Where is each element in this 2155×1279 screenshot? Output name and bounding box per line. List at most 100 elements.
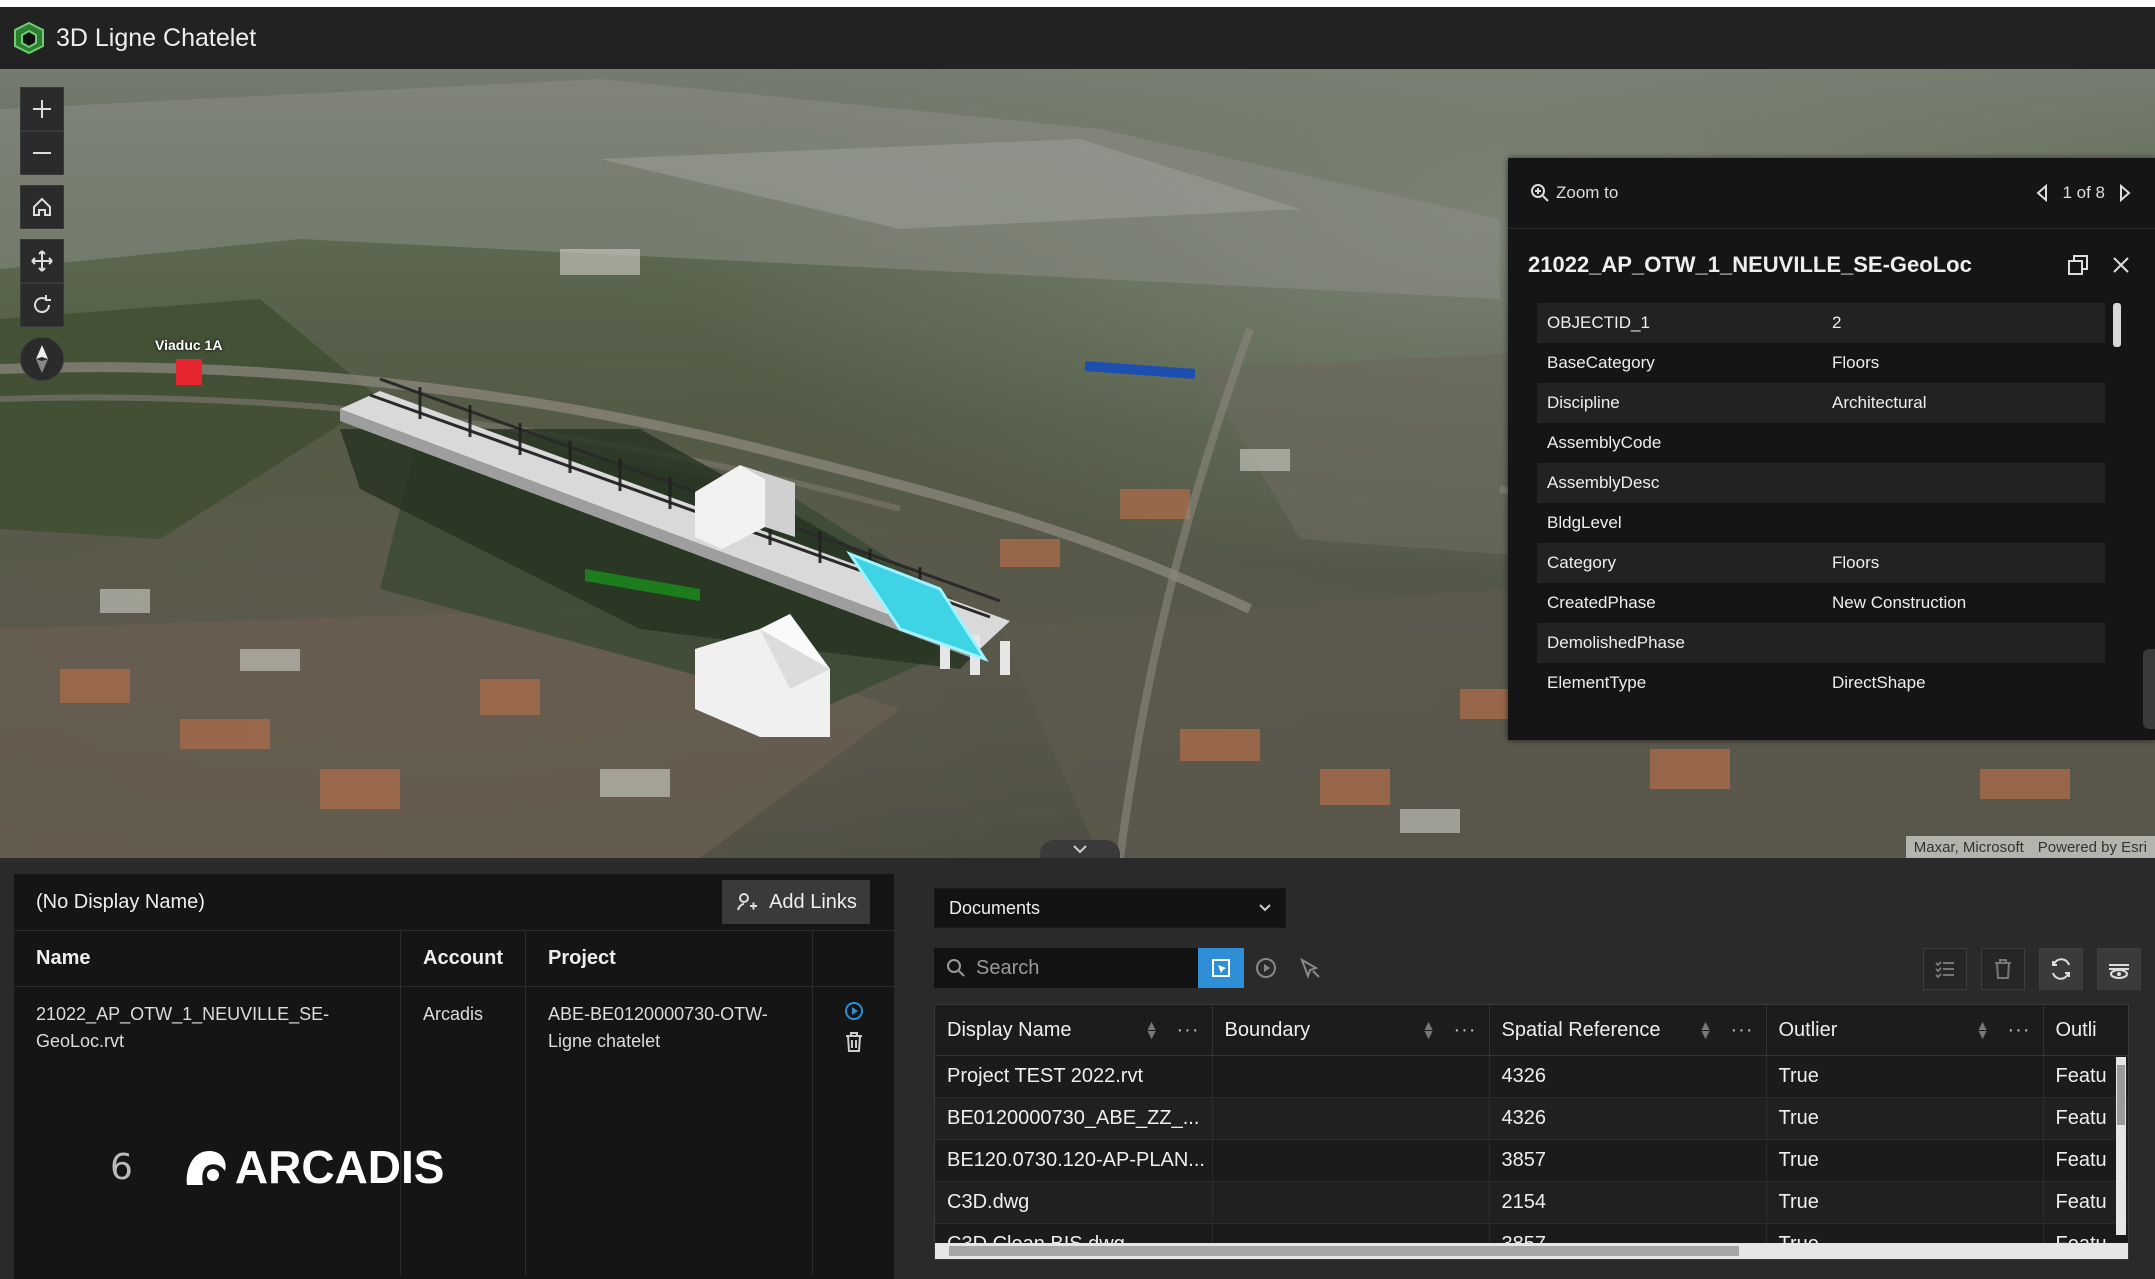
add-links-button[interactable]: Add Links (722, 880, 870, 924)
plus-icon (33, 100, 51, 118)
app-title: 3D Ligne Chatelet (56, 23, 257, 52)
compass-button[interactable] (20, 337, 64, 381)
links-table: Name Account Project 21022_AP_OTW_1_NEUV… (14, 930, 894, 1275)
attribute-value (1822, 423, 2105, 463)
cell-display-name: Project TEST 2022.rvt (935, 1055, 1213, 1098)
scroll-thumb[interactable] (2117, 1065, 2125, 1125)
column-header-outlier[interactable]: Outlier ▲ ▼ ··· (1766, 1005, 2044, 1056)
add-links-label: Add Links (769, 890, 857, 913)
documents-grid: Display Name ▲ ▼ ··· Boundary ▲ ▼ ··· Spatial … (934, 1004, 2129, 1260)
rotate-icon (34, 295, 51, 314)
column-header-account[interactable]: Account (400, 930, 526, 987)
layers-toggle-button[interactable] (2097, 948, 2141, 990)
attribute-row: BaseCategory Floors (1537, 343, 2105, 383)
search-icon (947, 959, 965, 977)
popup-title-bar: 21022_AP_OTW_1_NEUVILLE_SE-GeoLoc (1508, 229, 2155, 301)
delete-icon[interactable] (844, 1031, 864, 1053)
attribute-row: DemolishedPhase (1537, 623, 2105, 663)
popup-scrollbar[interactable] (2113, 303, 2121, 347)
column-header-boundary[interactable]: Boundary ▲ ▼ ··· (1212, 1005, 1490, 1056)
attribution-source: Maxar, Microsoft (1913, 838, 2024, 856)
column-menu-icon[interactable]: ··· (1731, 1019, 1754, 1042)
column-header-project[interactable]: Project (525, 930, 813, 987)
table-row[interactable]: Project TEST 2022.rvt 4326 True Featu (935, 1055, 2128, 1098)
delete-selected-button[interactable] (1981, 948, 2025, 990)
next-feature-icon[interactable] (2119, 184, 2131, 202)
grid-vertical-scrollbar[interactable] (2116, 1057, 2126, 1235)
side-panel-handle[interactable] (2143, 649, 2155, 729)
table-row[interactable]: BE120.0730.120-AP-PLAN... 3857 True Feat… (935, 1139, 2128, 1182)
zoom-in-button[interactable] (20, 87, 64, 131)
attribute-value (1822, 623, 2105, 663)
rotate-button[interactable] (20, 283, 64, 327)
column-menu-icon[interactable]: ··· (1177, 1019, 1200, 1042)
column-header-outline[interactable]: Outli (2043, 1005, 2128, 1056)
column-header-display-name[interactable]: Display Name ▲ ▼ ··· (935, 1005, 1213, 1056)
table-row[interactable]: C3D.dwg 2154 True Featu (935, 1181, 2128, 1224)
column-title: Spatial Reference (1501, 1018, 1661, 1041)
dock-icon[interactable] (2067, 254, 2089, 276)
collapse-panel-handle[interactable] (1040, 840, 1120, 858)
cell-spatial-reference: 4326 (1489, 1097, 1767, 1140)
close-icon[interactable] (2111, 255, 2131, 275)
layers-eye-icon (2109, 964, 2129, 979)
sort-icon[interactable]: ▲ ▼ (1145, 1018, 1159, 1041)
map-attribution: Maxar, Microsoft Powered by Esri (1905, 836, 2155, 858)
open-link-icon[interactable] (844, 1001, 864, 1021)
attribute-row: ElementType DirectShape (1537, 663, 2105, 703)
home-button[interactable] (20, 185, 64, 229)
cell-display-name: BE120.0730.120-AP-PLAN... (935, 1139, 1213, 1182)
column-menu-icon[interactable]: ··· (1454, 1019, 1477, 1042)
column-title: Outli (2055, 1018, 2097, 1041)
zoom-to-button[interactable]: Zoom to (1530, 183, 1618, 203)
page-number: 6 (110, 1146, 133, 1188)
select-tool-button[interactable] (1288, 948, 1332, 988)
column-menu-icon[interactable]: ··· (2008, 1019, 2031, 1042)
attribute-key: Category (1537, 543, 1822, 583)
app-logo-icon (14, 21, 44, 55)
sort-icon[interactable]: ▲ ▼ (1976, 1018, 1990, 1041)
search-input[interactable]: Search (934, 948, 1198, 988)
attribute-row: Category Floors (1537, 543, 2105, 583)
documents-dropdown[interactable]: Documents (934, 888, 1286, 928)
feature-popup: Zoom to 1 of 8 21022_AP_OTW_1_NEUVILLE_S… (1508, 158, 2155, 740)
column-header-name[interactable]: Name (14, 930, 401, 987)
pager-count: 1 of 8 (2062, 183, 2105, 202)
attribute-key: AssemblyDesc (1537, 463, 1822, 503)
search-placeholder: Search (976, 956, 1040, 979)
scroll-thumb[interactable] (949, 1246, 1739, 1256)
map-select-icon (1212, 959, 1230, 977)
popup-title: 21022_AP_OTW_1_NEUVILLE_SE-GeoLoc (1528, 252, 1972, 277)
attribute-row: Discipline Architectural (1537, 383, 2105, 423)
scene-view[interactable]: Viaduc 1A Zoom to 1 of 8 21022_AP_OTW_1_… (0, 69, 2155, 858)
refresh-button[interactable] (2039, 948, 2083, 990)
column-title: Boundary (1224, 1018, 1311, 1041)
cell-boundary (1212, 1055, 1490, 1098)
add-link-icon (737, 893, 758, 911)
sort-icon[interactable]: ▲ ▼ (1699, 1018, 1713, 1041)
zoom-out-button[interactable] (20, 131, 64, 175)
window-top-edge (0, 0, 2155, 7)
pan-button[interactable] (20, 239, 64, 283)
play-button[interactable] (1244, 948, 1288, 988)
attribution-powered: Powered by Esri (2037, 838, 2147, 856)
arcadis-mark-icon (186, 1151, 226, 1185)
documents-dropdown-value: Documents (949, 897, 1041, 918)
table-row[interactable]: BE0120000730_ABE_ZZ_... 4326 True Featu (935, 1097, 2128, 1140)
attribute-value: New Construction (1822, 583, 2105, 623)
attribute-key: BldgLevel (1537, 503, 1822, 543)
sort-icon[interactable]: ▲ ▼ (1422, 1018, 1436, 1041)
attribute-key: CreatedPhase (1537, 583, 1822, 623)
attribute-key: AssemblyCode (1537, 423, 1822, 463)
chevron-down-icon (1073, 845, 1087, 854)
previous-feature-icon[interactable] (2036, 184, 2048, 202)
link-row: 21022_AP_OTW_1_NEUVILLE_SE-GeoLoc.rvt Ar… (14, 986, 894, 1275)
checklist-button[interactable] (1923, 948, 1967, 990)
grid-horizontal-scrollbar[interactable] (935, 1243, 2128, 1259)
map-filter-button[interactable] (1198, 948, 1244, 988)
viaduct-marker[interactable] (176, 359, 202, 385)
attribute-value (1822, 503, 2105, 543)
cell-spatial-reference: 4326 (1489, 1055, 1767, 1098)
column-header-spatial-reference[interactable]: Spatial Reference ▲ ▼ ··· (1489, 1005, 1767, 1056)
attribute-row: AssemblyDesc (1537, 463, 2105, 503)
